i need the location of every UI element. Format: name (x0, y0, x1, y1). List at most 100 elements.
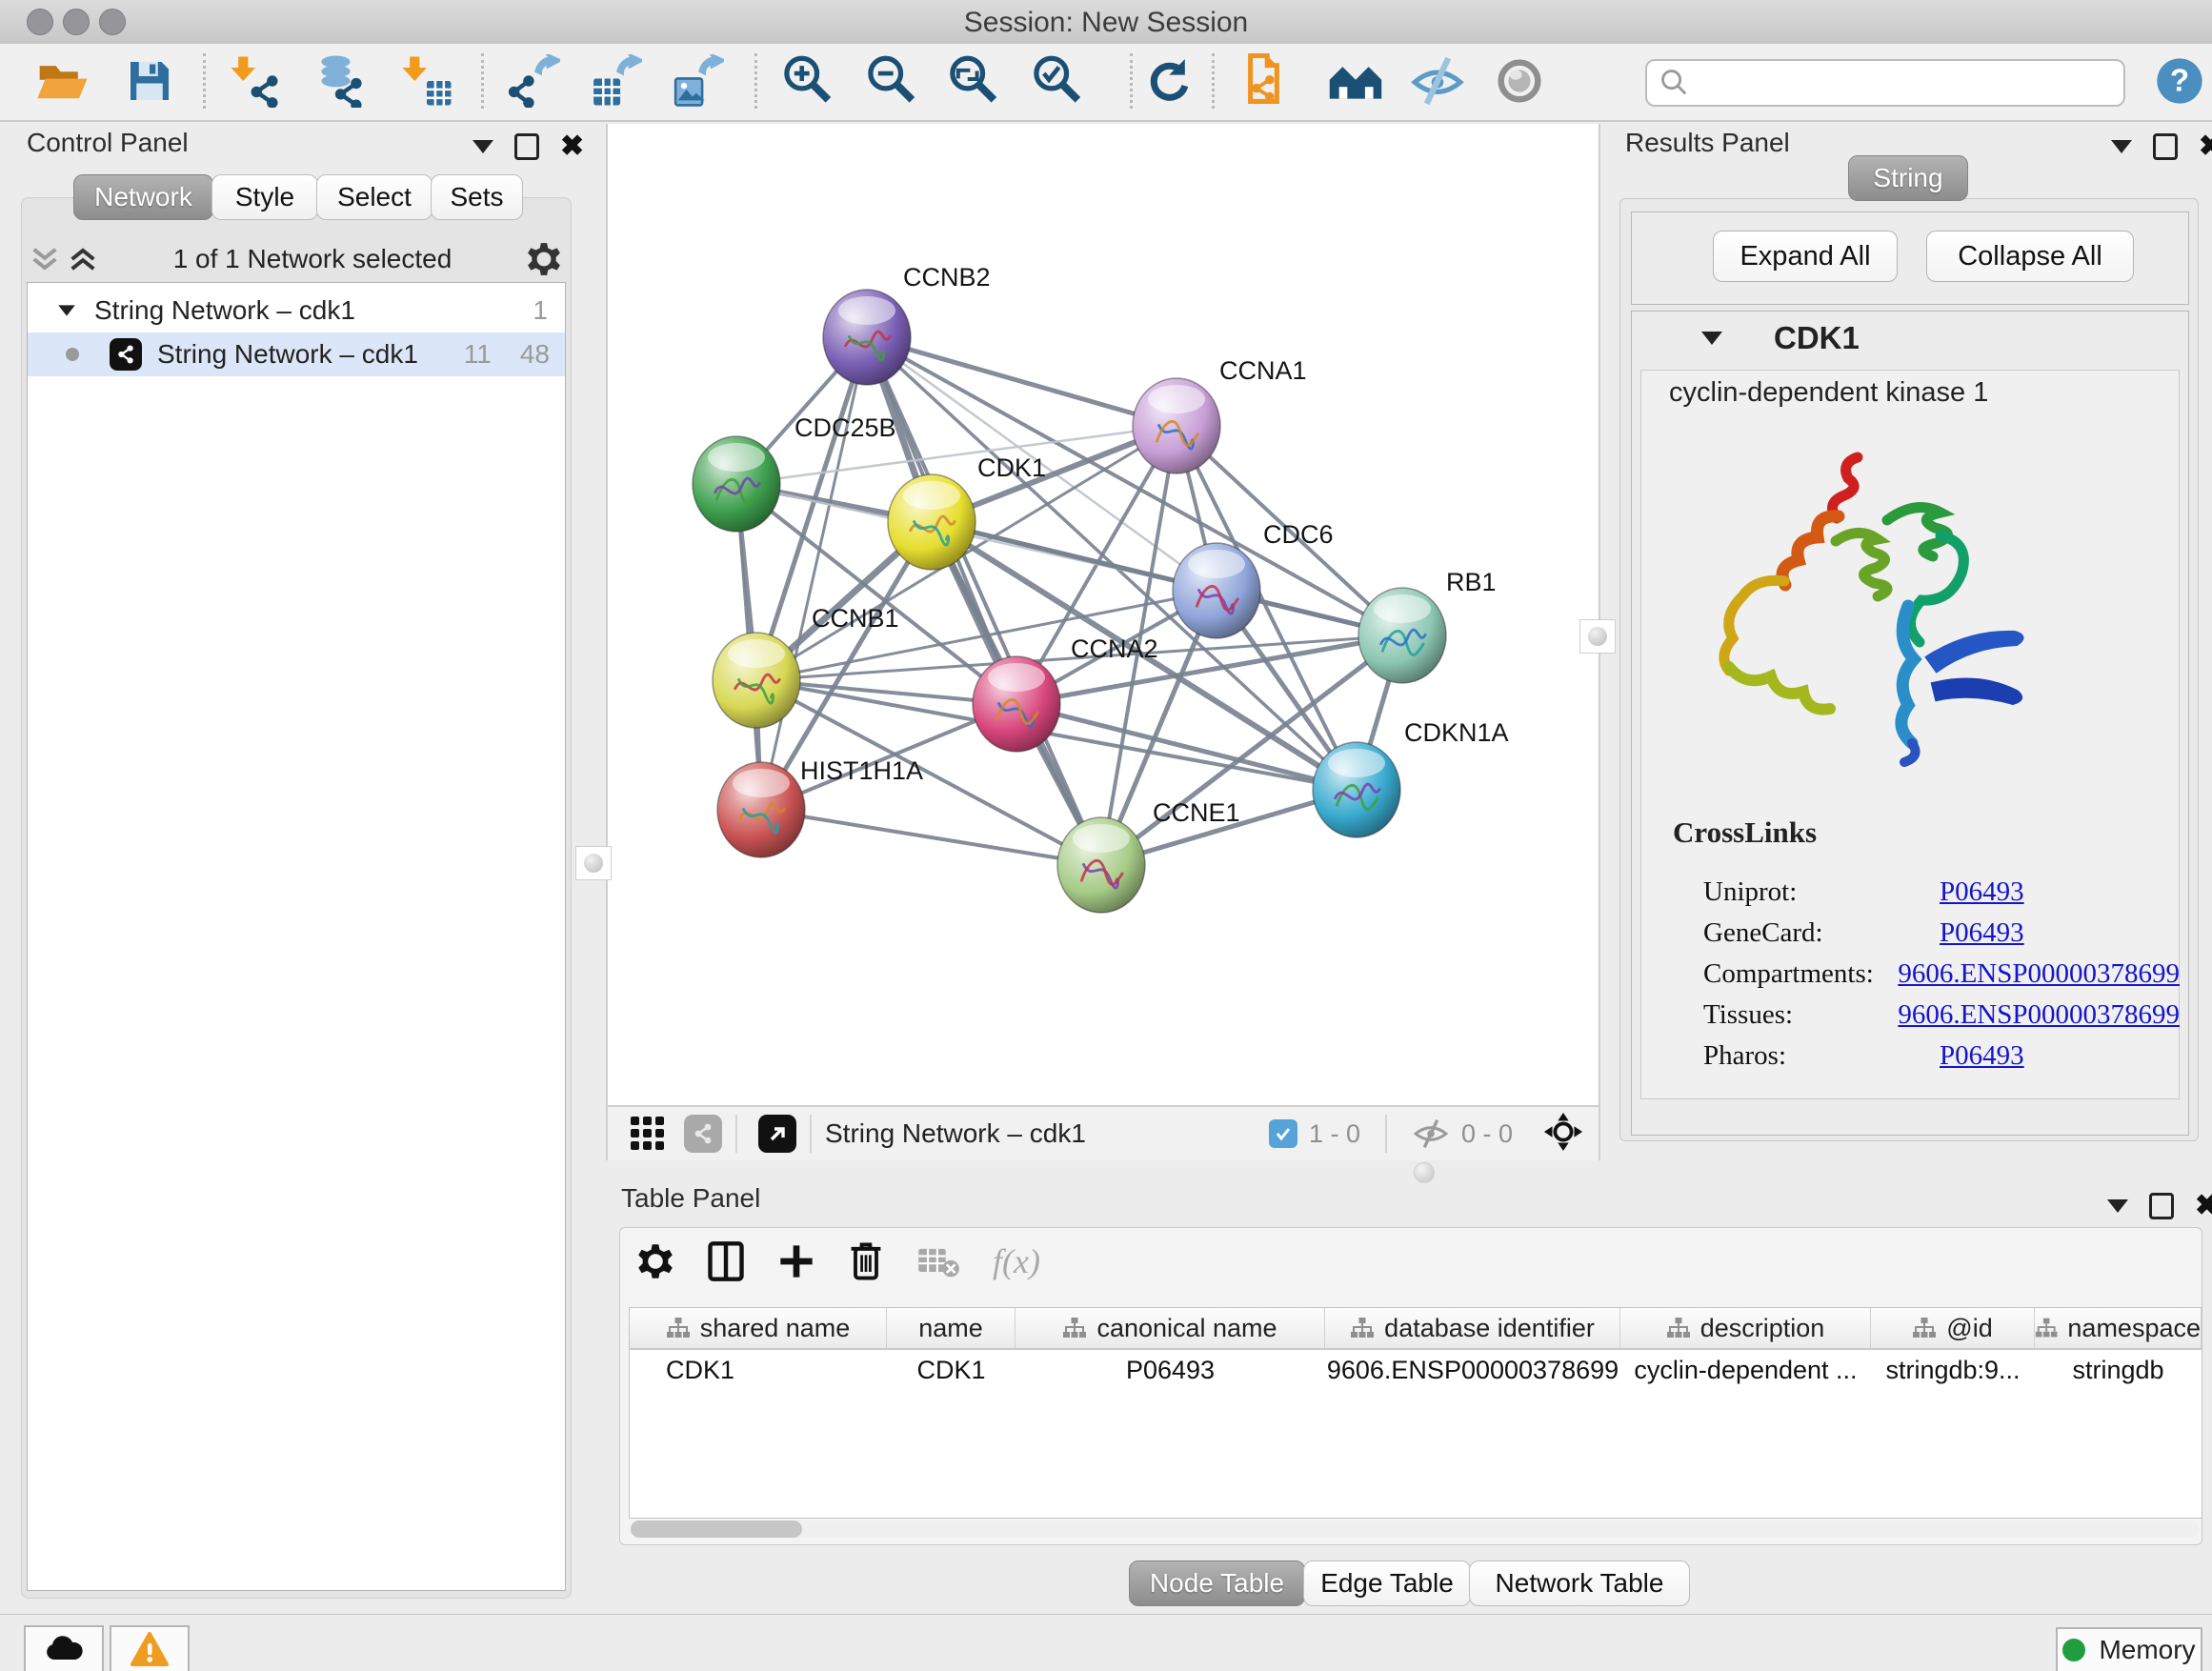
hide-eye-icon-button[interactable] (1410, 51, 1465, 111)
toolbar-separator (735, 1115, 737, 1153)
crosslink-link[interactable]: 9606.ENSP00000378699 (1898, 999, 2180, 1040)
network-node-RB1[interactable]: RB1 (1358, 568, 1497, 683)
table-row[interactable]: CDK1CDK1P064939606.ENSP00000378699cyclin… (630, 1350, 2202, 1390)
houses-button[interactable] (1326, 51, 1385, 111)
network-node-CDKN1A[interactable]: CDKN1A (1313, 718, 1509, 837)
hscroll-thumb[interactable] (631, 1520, 802, 1538)
table-cell[interactable]: CDK1 (887, 1350, 1016, 1390)
network-node-HIST1H1A[interactable]: HIST1H1A (717, 756, 923, 857)
crosslink-link[interactable]: P06493 (1940, 1040, 2024, 1081)
zoom-fit-button[interactable] (945, 51, 1000, 111)
network-collection-row[interactable]: String Network – cdk1 1 (28, 289, 565, 332)
network-node-CDC25B[interactable]: CDC25B (693, 413, 896, 532)
network-node-CCNB1[interactable]: CCNB1 (713, 604, 899, 728)
share-view-icon[interactable] (684, 1115, 722, 1153)
node-label-RB1: RB1 (1446, 568, 1497, 596)
import-table-button[interactable] (400, 51, 453, 111)
table-cell[interactable]: P06493 (1016, 1350, 1325, 1390)
cloud-button[interactable] (24, 1625, 104, 1671)
expand-all-icon[interactable] (67, 245, 99, 273)
selected-checkbox-icon[interactable] (1269, 1119, 1297, 1148)
tab-edge-table[interactable]: Edge Table (1303, 1560, 1471, 1606)
tab-select[interactable]: Select (316, 174, 432, 220)
expand-all-button[interactable]: Expand All (1713, 231, 1898, 282)
show-columns-icon[interactable] (707, 1240, 745, 1282)
tab-string[interactable]: String (1848, 155, 1968, 201)
column-header-name[interactable]: name (887, 1308, 1016, 1348)
refresh-button[interactable] (1141, 51, 1195, 111)
detach-view-icon[interactable] (758, 1115, 796, 1153)
collapse-panel-icon[interactable] (2107, 1199, 2128, 1213)
memory-button[interactable]: Memory (2056, 1627, 2202, 1671)
table-gear-icon[interactable] (636, 1242, 674, 1280)
zoom-out-button[interactable] (863, 51, 918, 111)
import-network-button[interactable] (229, 51, 282, 111)
zoom-in-button[interactable] (779, 51, 835, 111)
collapse-all-icon[interactable] (29, 245, 61, 273)
float-panel-icon[interactable] (2149, 1193, 2174, 1219)
grid-view-icon[interactable] (629, 1113, 667, 1156)
column-header-namespace[interactable]: namespace (2035, 1308, 2202, 1348)
table-cell[interactable]: CDK1 (630, 1350, 887, 1390)
horizontal-splitter-handle[interactable] (1414, 1162, 1435, 1183)
search-input[interactable] (1699, 68, 2123, 99)
tab-network-table[interactable]: Network Table (1469, 1560, 1690, 1606)
toolbar-separator (203, 53, 206, 109)
network-node-CCNA1[interactable]: CCNA1 (1133, 356, 1307, 473)
collapse-panel-icon[interactable] (2111, 140, 2132, 153)
import-network-from-database-button[interactable] (311, 51, 366, 111)
tab-network[interactable]: Network (73, 174, 213, 220)
network-node-CCNE1[interactable]: CCNE1 (1057, 798, 1240, 913)
tab-style[interactable]: Style (211, 174, 318, 220)
close-panel-icon[interactable]: ✖ (2199, 136, 2212, 157)
crosslink-link[interactable]: P06493 (1940, 876, 2024, 917)
birdseye-icon[interactable] (1543, 1112, 1583, 1157)
node-label-CDK1: CDK1 (977, 453, 1046, 482)
table-cell[interactable]: stringdb:9... (1871, 1350, 2035, 1390)
export-table-button[interactable] (589, 51, 642, 111)
add-column-icon[interactable] (777, 1242, 815, 1280)
function-builder-icon[interactable]: f(x) (993, 1241, 1040, 1281)
hidden-eye-icon[interactable] (1412, 1118, 1450, 1149)
column-header--id[interactable]: @id (1871, 1308, 2035, 1348)
float-panel-icon[interactable] (2153, 133, 2178, 160)
column-header-shared-name[interactable]: shared name (630, 1308, 887, 1348)
tree-expand-icon[interactable] (58, 305, 75, 315)
crosslink-link[interactable]: P06493 (1940, 917, 2024, 958)
table-cell[interactable]: 9606.ENSP00000378699 (1325, 1350, 1620, 1390)
collapse-all-button[interactable]: Collapse All (1926, 231, 2134, 282)
table-cell[interactable]: cyclin-dependent ... (1620, 1350, 1871, 1390)
collapse-panel-icon[interactable] (473, 140, 493, 153)
section-collapse-icon[interactable] (1701, 332, 1722, 345)
table-cell[interactable]: stringdb (2035, 1350, 2202, 1390)
right-splitter-handle[interactable] (1579, 619, 1616, 654)
network-row-selected[interactable]: String Network – cdk1 11 48 (28, 332, 565, 376)
tab-sets[interactable]: Sets (431, 174, 523, 220)
network-node-CDC6[interactable]: CDC6 (1173, 520, 1334, 638)
left-splitter-handle[interactable] (575, 846, 612, 880)
open-session-button[interactable] (36, 51, 90, 111)
column-header-database-identifier[interactable]: database identifier (1325, 1308, 1620, 1348)
delete-table-icon[interactable] (916, 1244, 960, 1278)
gear-icon[interactable] (526, 241, 562, 277)
share-document-button[interactable] (1238, 51, 1294, 111)
export-image-button[interactable] (671, 51, 724, 111)
warning-button[interactable] (110, 1625, 190, 1671)
crosslink-row: Uniprot:P06493 (1703, 876, 2180, 917)
tab-node-table[interactable]: Node Table (1129, 1560, 1305, 1606)
help-button[interactable]: ? (2155, 51, 2204, 111)
close-panel-icon[interactable]: ✖ (560, 136, 584, 157)
float-panel-icon[interactable] (514, 133, 539, 160)
export-network-button[interactable] (507, 51, 560, 111)
network-canvas[interactable]: CCNB2CCNA1CDC25BCDK1CDC6RB1CCNB1CCNA2CDK… (606, 124, 1600, 1105)
column-header-description[interactable]: description (1620, 1308, 1871, 1348)
delete-column-icon[interactable] (848, 1240, 884, 1282)
crosslink-link[interactable]: 9606.ENSP00000378699 (1898, 958, 2180, 999)
close-panel-icon[interactable]: ✖ (2195, 1196, 2212, 1217)
show-eye-icon-button[interactable] (1494, 51, 1545, 111)
toolbar-search-field[interactable] (1645, 59, 2125, 107)
save-session-button[interactable] (126, 51, 173, 111)
table-hscrollbar[interactable] (631, 1520, 2199, 1538)
column-header-canonical-name[interactable]: canonical name (1016, 1308, 1325, 1348)
zoom-selected-button[interactable] (1029, 51, 1084, 111)
